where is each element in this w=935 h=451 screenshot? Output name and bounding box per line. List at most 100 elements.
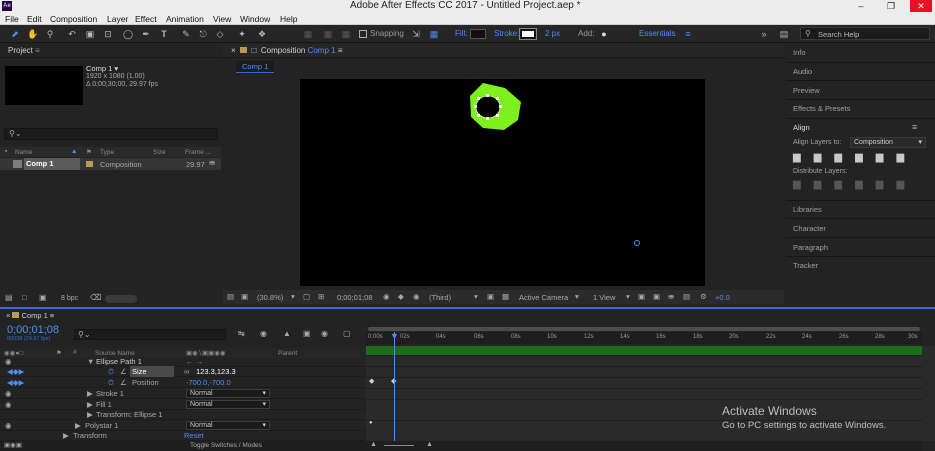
path-vertex[interactable] [474, 105, 477, 108]
menu-effect[interactable]: Effect [135, 14, 157, 24]
blend-mode-select[interactable]: Normal ▾ [186, 389, 270, 398]
monitor-icon[interactable]: ▣ [241, 292, 248, 301]
ellipse-tool-icon[interactable]: ◯ [122, 28, 134, 40]
interpret-footage-icon[interactable]: ▤ [5, 293, 13, 302]
view-axis-icon[interactable]: ▦ [340, 28, 352, 40]
fast-previews-icon[interactable]: ▣ [653, 292, 660, 301]
position-value[interactable]: -700.0,-700.0 [186, 377, 231, 388]
reset-link[interactable]: Reset [184, 430, 204, 441]
character-panel[interactable]: Character [793, 224, 826, 233]
tracker-panel[interactable]: Tracker [793, 261, 818, 270]
world-axis-icon[interactable]: ▦ [322, 28, 334, 40]
zoom-tool-icon[interactable]: ⚲ [44, 28, 56, 40]
playhead-line[interactable] [394, 332, 395, 441]
draft-3d-icon[interactable]: ◉ [260, 329, 267, 338]
graph-icon[interactable]: ∠ [120, 366, 127, 377]
zoom-slider[interactable] [384, 445, 414, 446]
zoom-level[interactable]: (30.8%) [257, 293, 283, 302]
camera-select[interactable]: Active Camera [519, 293, 568, 302]
brush-tool-icon[interactable]: ✎ [180, 28, 192, 40]
comp-flowchart-icon[interactable]: ↹ [238, 329, 245, 338]
stroke-swatch[interactable] [519, 28, 537, 40]
preview-panel[interactable]: Preview [793, 86, 820, 95]
stopwatch-icon[interactable]: ⏱ [108, 366, 114, 377]
snapping-checkbox[interactable] [359, 30, 367, 38]
maximize-icon[interactable]: ❐ [880, 0, 902, 12]
panel-close-icon[interactable]: × [231, 46, 236, 55]
path-vertex[interactable] [486, 117, 489, 120]
puppet-pin-tool-icon[interactable]: ❖ [256, 28, 268, 40]
expand-pane-icon[interactable]: ▣◉▣ [4, 441, 22, 449]
search-help-input[interactable]: ⚲ Search Help [800, 27, 930, 40]
new-comp-icon[interactable]: ▣ [39, 293, 47, 302]
eraser-tool-icon[interactable]: ◇ [214, 28, 226, 40]
thumbnail-slider[interactable] [105, 295, 137, 303]
3d-renderer-icon[interactable]: ▤ [683, 292, 690, 301]
pan-behind-tool-icon[interactable]: ⊡ [102, 28, 114, 40]
comp-breadcrumb[interactable]: Comp 1 [236, 61, 275, 73]
eye-icon[interactable]: ◉ [5, 388, 12, 399]
bit-depth[interactable]: 8 bpc [61, 295, 78, 302]
col-size[interactable]: Size [153, 149, 166, 156]
fill-swatch[interactable] [470, 29, 486, 39]
path-vertex[interactable] [477, 114, 480, 117]
label-col-icon[interactable]: ▪ [5, 148, 7, 155]
shy-layers-icon[interactable]: ▲ [283, 329, 291, 338]
effects-presets-panel[interactable]: Effects & Presets [793, 104, 850, 113]
info-panel[interactable]: Info [793, 48, 806, 57]
twirl-closed-icon[interactable]: ▶ [63, 430, 69, 441]
layer-duration-bar[interactable] [366, 346, 922, 355]
exposure-icon[interactable]: ⚙ [700, 292, 707, 301]
layer-row[interactable]: ▶ Transform: Ellipse 1 [0, 409, 366, 420]
tag-icon[interactable]: ⚑ [86, 148, 92, 156]
more-workspaces-icon[interactable]: » [758, 28, 770, 40]
workspace-menu-icon[interactable]: ≡ [682, 28, 694, 40]
panel-menu-icon[interactable]: ≡ [35, 46, 40, 55]
twirl-closed-icon[interactable]: ▶ [87, 388, 93, 399]
align-panel-title[interactable]: Align [793, 123, 810, 132]
snapshot-icon[interactable]: ◉ [383, 292, 390, 301]
sync-settings-icon[interactable]: ▤ [778, 28, 790, 40]
graph-icon[interactable]: ∠ [120, 377, 127, 388]
col-frame[interactable]: Frame ... [185, 149, 211, 156]
exposure-value[interactable]: +0.0 [715, 293, 730, 302]
project-panel-tab[interactable]: Project ≡ [0, 44, 221, 58]
blend-mode-select[interactable]: Normal ▾ [186, 400, 270, 409]
trash-icon[interactable]: ⌫ [90, 293, 101, 302]
menu-view[interactable]: View [213, 14, 231, 24]
libraries-panel[interactable]: Libraries [793, 205, 822, 214]
menu-help[interactable]: Help [280, 14, 297, 24]
project-item-name[interactable]: Comp 1 ▾ [86, 64, 118, 73]
composition-viewer[interactable] [300, 79, 705, 286]
label-color-swatch[interactable] [86, 161, 93, 167]
anchor-point-icon[interactable] [634, 240, 640, 246]
zoom-out-icon[interactable]: ▲ [370, 441, 377, 448]
motion-blur-icon[interactable]: ◉ [321, 329, 328, 338]
frame-blending-icon[interactable]: ▣ [303, 329, 311, 338]
menu-layer[interactable]: Layer [107, 14, 128, 24]
graph-editor-icon[interactable]: ▢ [343, 329, 351, 338]
workspace-essentials[interactable]: Essentials [639, 29, 675, 38]
stroke-width[interactable]: 2 px [545, 29, 560, 38]
toggle-switches-modes[interactable]: Toggle Switches / Modes [190, 442, 262, 449]
zoom-in-icon[interactable]: ▲ [426, 441, 433, 448]
align-buttons[interactable]: ▆▆▆▆▆▆ [793, 152, 917, 163]
type-tool-icon[interactable]: T [158, 28, 170, 40]
path-vertex[interactable] [499, 105, 502, 108]
roto-brush-tool-icon[interactable]: ✦ [236, 28, 248, 40]
twirl-closed-icon[interactable]: ▶ [87, 409, 93, 420]
camera-tool-icon[interactable]: ▣ [84, 28, 96, 40]
close-icon[interactable]: ✕ [910, 0, 932, 12]
resolution-select[interactable]: (Third) [429, 293, 451, 302]
menu-composition[interactable]: Composition [50, 14, 97, 24]
transparency-grid-icon[interactable]: ▦ [502, 292, 509, 301]
path-vertex[interactable] [477, 97, 480, 100]
clone-stamp-tool-icon[interactable]: ⎋ [197, 28, 209, 40]
layer-row[interactable]: ◀◆▶ ⏱ ∠ Position -700.0,-700.0 [0, 377, 366, 388]
path-vertex[interactable] [496, 97, 499, 100]
show-snapshot-icon[interactable]: ◆ [398, 292, 404, 301]
composition-tab-name[interactable]: Comp 1 [308, 46, 336, 55]
flowchart-icon[interactable]: ⛂ [668, 292, 674, 301]
stopwatch-icon[interactable]: ⏱ [108, 377, 114, 388]
path-vertex[interactable] [486, 94, 489, 97]
